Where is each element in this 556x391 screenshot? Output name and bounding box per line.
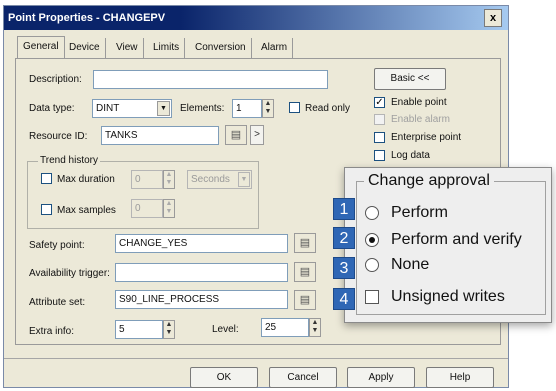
read-only-checkbox[interactable] — [289, 102, 300, 113]
spin-up-icon[interactable]: ▲ — [164, 200, 174, 208]
callout-number-3: 3 — [333, 257, 355, 279]
resource-arrow-button[interactable]: > — [250, 125, 264, 145]
extra-info-label: Extra info: — [29, 326, 75, 337]
spin-up-icon[interactable]: ▲ — [263, 100, 273, 108]
availability-trigger-label: Availability trigger: — [29, 268, 110, 279]
callout-number-2: 2 — [333, 227, 355, 249]
extra-info-input[interactable]: 5 — [115, 320, 163, 339]
max-duration-checkbox[interactable] — [41, 173, 52, 184]
max-duration-stepper[interactable]: ▲ ▼ — [163, 170, 175, 189]
unsigned-writes-checkbox[interactable] — [365, 290, 379, 304]
spin-up-icon[interactable]: ▲ — [164, 171, 174, 179]
close-button[interactable]: x — [484, 9, 502, 27]
basic-toggle-button[interactable]: Basic << — [374, 68, 446, 90]
callout-number-4: 4 — [333, 288, 355, 310]
perform-and-verify-label: Perform and verify — [391, 231, 522, 248]
attribute-set-input[interactable]: S90_LINE_PROCESS — [115, 290, 288, 309]
safety-point-input[interactable]: CHANGE_YES — [115, 234, 288, 253]
ok-button[interactable]: OK — [190, 367, 258, 388]
log-data-label: Log data — [391, 150, 430, 161]
max-samples-checkbox[interactable] — [41, 204, 52, 215]
cancel-button[interactable]: Cancel — [269, 367, 337, 388]
none-label: None — [391, 256, 430, 273]
level-stepper[interactable]: ▲ ▼ — [309, 318, 321, 337]
read-only-label: Read only — [305, 103, 351, 114]
tab-limits[interactable]: Limits — [148, 38, 186, 58]
safety-browse-icon[interactable]: ▤ — [294, 233, 316, 253]
spin-down-icon[interactable]: ▼ — [164, 179, 174, 187]
attribute-browse-icon[interactable]: ▤ — [294, 290, 316, 310]
level-input[interactable]: 25 — [261, 318, 309, 337]
max-samples-label: Max samples — [57, 205, 116, 216]
callout-number-1: 1 — [333, 198, 355, 220]
perform-radio[interactable] — [365, 206, 379, 220]
tab-device[interactable]: Device — [64, 38, 106, 58]
none-radio[interactable] — [365, 258, 379, 272]
level-label: Level: — [212, 324, 239, 335]
perform-and-verify-radio[interactable] — [365, 233, 379, 247]
help-button[interactable]: Help — [426, 367, 494, 388]
radio-selected-dot — [369, 237, 375, 243]
max-duration-label: Max duration — [57, 174, 115, 185]
enable-alarm-checkbox[interactable] — [374, 114, 385, 125]
spin-down-icon[interactable]: ▼ — [164, 329, 174, 337]
perform-label: Perform — [391, 204, 448, 221]
resource-id-label: Resource ID: — [29, 131, 88, 142]
chevron-down-icon[interactable]: ▼ — [238, 172, 250, 187]
unsigned-writes-label: Unsigned writes — [391, 288, 505, 305]
data-type-value: DINT — [96, 103, 120, 114]
enterprise-point-label: Enterprise point — [391, 132, 462, 143]
elements-label: Elements: — [180, 103, 225, 114]
resource-id-input[interactable]: TANKS — [101, 126, 219, 145]
resource-browse-icon[interactable]: ▤ — [225, 125, 247, 145]
safety-point-label: Safety point: — [29, 240, 85, 251]
apply-button[interactable]: Apply — [347, 367, 415, 388]
tab-general[interactable]: General — [17, 36, 65, 59]
extra-info-stepper[interactable]: ▲ ▼ — [163, 320, 175, 339]
trend-history-label: Trend history — [38, 155, 100, 166]
spin-down-icon[interactable]: ▼ — [310, 327, 320, 335]
tab-view[interactable]: View — [111, 38, 144, 58]
tab-alarm[interactable]: Alarm — [256, 38, 294, 58]
availability-trigger-input[interactable] — [115, 263, 288, 282]
change-approval-title: Change approval — [364, 171, 494, 191]
elements-input[interactable]: 1 — [232, 99, 262, 118]
chevron-down-icon[interactable]: ▼ — [157, 101, 170, 116]
tab-conversion[interactable]: Conversion — [190, 38, 252, 58]
dialog-title: Point Properties - CHANGEPV — [4, 6, 508, 30]
spin-up-icon[interactable]: ▲ — [310, 319, 320, 327]
spin-down-icon[interactable]: ▼ — [164, 208, 174, 216]
attribute-set-label: Attribute set: — [29, 297, 86, 308]
availability-browse-icon[interactable]: ▤ — [294, 262, 316, 282]
max-samples-input[interactable]: 0 — [131, 199, 163, 218]
description-input[interactable] — [93, 70, 328, 89]
max-samples-stepper[interactable]: ▲ ▼ — [163, 199, 175, 218]
elements-stepper[interactable]: ▲ ▼ — [262, 99, 274, 118]
enable-point-label: Enable point — [391, 97, 447, 108]
enable-point-checkbox[interactable]: ✓ — [374, 97, 385, 108]
log-data-checkbox[interactable] — [374, 150, 385, 161]
data-type-label: Data type: — [29, 103, 75, 114]
enable-alarm-label: Enable alarm — [391, 114, 450, 125]
max-duration-input[interactable]: 0 — [131, 170, 163, 189]
spin-up-icon[interactable]: ▲ — [164, 321, 174, 329]
description-label: Description: — [29, 74, 82, 85]
enterprise-point-checkbox[interactable] — [374, 132, 385, 143]
spin-down-icon[interactable]: ▼ — [263, 108, 273, 116]
